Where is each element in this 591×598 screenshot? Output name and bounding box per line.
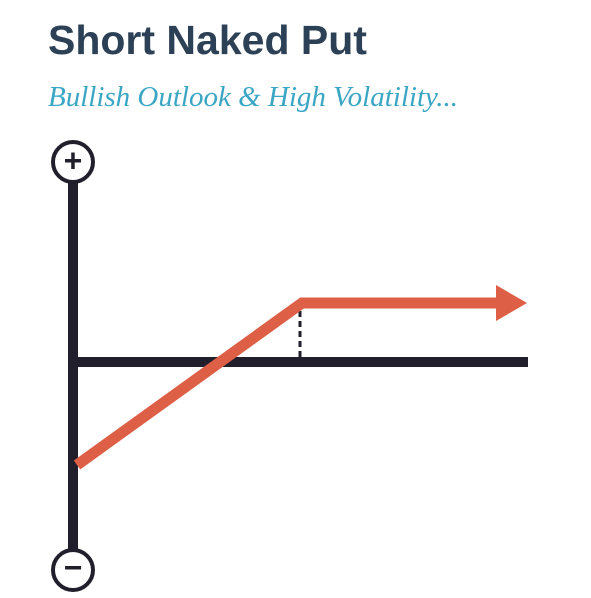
- arrow-right-icon: [496, 285, 527, 321]
- loss-symbol: −: [64, 549, 83, 585]
- plus-circle-icon: +: [51, 140, 95, 184]
- payoff-line: [73, 297, 498, 470]
- profit-symbol: +: [64, 142, 83, 178]
- payoff-diagram: + −: [51, 140, 528, 592]
- minus-circle-icon: −: [51, 548, 95, 592]
